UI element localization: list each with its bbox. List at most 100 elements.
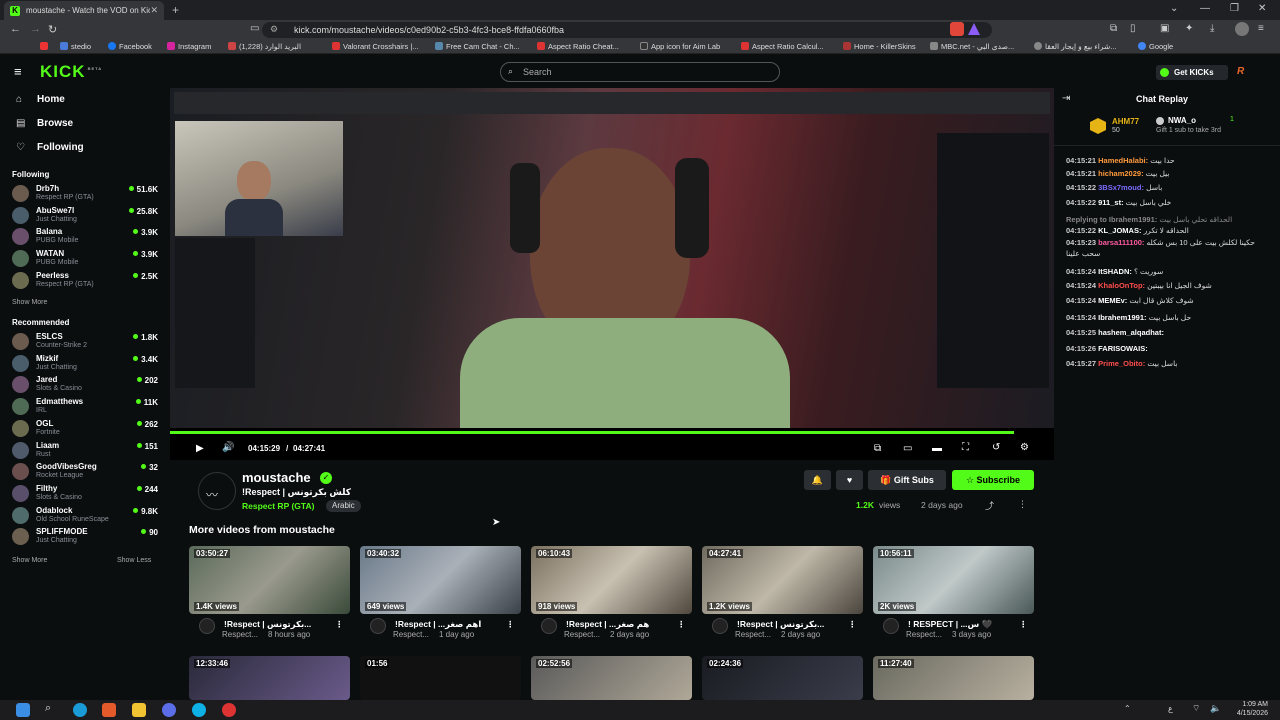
video-thumbnail[interactable]: 02:52:56 [531, 656, 692, 700]
app-icon[interactable] [192, 703, 206, 717]
file-explorer-icon[interactable] [132, 703, 146, 717]
video-more-icon[interactable]: ⋮ [335, 619, 344, 630]
message-user[interactable]: 911_st: [1098, 198, 1123, 207]
bookmark-item[interactable]: Instagram [167, 42, 211, 51]
message-user[interactable]: HamedHalabi: [1098, 156, 1148, 165]
show-more-following[interactable]: Show More [12, 299, 47, 306]
bookmark-page-icon[interactable]: ▭ [250, 23, 259, 34]
more-options-icon[interactable]: ⋮ [1018, 499, 1027, 510]
bookmark-item[interactable]: (1,228) البريد الوارد [228, 42, 301, 51]
share-icon[interactable]: ⤴ [985, 499, 994, 512]
sidebar-channel[interactable]: AbuSwe7l Just Chatting 25.8K [12, 204, 162, 225]
extension-logo-icon[interactable]: R [1237, 66, 1244, 77]
windows-start-icon[interactable] [16, 703, 30, 717]
video-thumbnail[interactable]: 02:24:36 [702, 656, 863, 700]
taskbar-time[interactable]: 1:09 AM [1226, 701, 1268, 708]
language-tag[interactable]: Arabic [326, 500, 361, 512]
bookmark-item[interactable]: App icon for Aim Lab [640, 42, 720, 51]
category-link[interactable]: Respect RP (GTA) [242, 501, 314, 511]
edge-icon[interactable] [73, 703, 87, 717]
theater-icon[interactable]: ▬ [932, 443, 942, 454]
taskbar-search-icon[interactable]: ⌕ [45, 702, 51, 715]
fullscreen-icon[interactable]: ⛶ [962, 442, 969, 453]
pip-icon[interactable]: ⧉ [874, 443, 881, 454]
wallet-icon[interactable]: ▣ [1160, 23, 1169, 34]
video-title[interactable]: ! RESPECT | ...س 🖤 [908, 619, 992, 630]
gift-subs-button[interactable]: 🎁 Gift Subs [868, 470, 946, 490]
video-thumbnail[interactable]: 03:40:32 649 views [360, 546, 521, 614]
discord-icon[interactable] [162, 703, 176, 717]
bookmark-item[interactable]: MBC.net - صدى البي... [930, 42, 1014, 51]
nav-browse[interactable]: ▤ Browse [16, 118, 73, 129]
sidebar-channel[interactable]: Drb7h Respect RP (GTA) 51.6K [12, 182, 162, 203]
brave-icon[interactable] [102, 703, 116, 717]
kick-logo[interactable]: KICK BETA [40, 62, 102, 82]
channel-avatar[interactable]: 〰 [198, 472, 236, 510]
tab-search-icon[interactable]: ⌄ [1170, 3, 1178, 14]
video-title[interactable]: !Respect | ...اهم صغر [395, 619, 481, 630]
sidebar-channel[interactable]: Jared Slots & Casino 202 [12, 373, 162, 394]
close-window-icon[interactable]: ✕ [1258, 3, 1266, 14]
video-channel-avatar[interactable] [370, 618, 386, 634]
hamburger-menu-icon[interactable]: ≡ [14, 64, 22, 79]
maximize-icon[interactable]: ❐ [1230, 3, 1239, 14]
sidebar-channel[interactable]: ESLCS Counter-Strike 2 1.8K [12, 330, 162, 351]
minimize-icon[interactable]: — [1200, 3, 1210, 14]
video-thumbnail[interactable]: 10:56:11 2K views [873, 546, 1034, 614]
video-more-icon[interactable]: ⋮ [1019, 619, 1028, 630]
sidebar-channel[interactable]: Edmatthews IRL 11K [12, 395, 162, 416]
message-user[interactable]: KhaloOnTop: [1098, 281, 1145, 290]
message-user[interactable]: FARISOWAIS: [1098, 344, 1148, 353]
bookmark-item[interactable]: Facebook [108, 42, 152, 51]
video-thumbnail[interactable]: 11:27:40 [873, 656, 1034, 700]
download-icon[interactable]: ⤓ [1210, 23, 1214, 34]
channel-name[interactable]: moustache [242, 470, 311, 485]
new-tab-icon[interactable]: + [172, 3, 179, 17]
forward-icon[interactable]: → [30, 23, 41, 35]
bookmark-item[interactable]: Google [1138, 42, 1173, 51]
video-channel-avatar[interactable] [883, 618, 899, 634]
message-user[interactable]: Prime_Obito: [1098, 359, 1145, 368]
site-info-icon[interactable]: ⚙ [270, 24, 278, 35]
sidebar-channel[interactable]: WATAN PUBG Mobile 3.9K [12, 247, 162, 268]
sidebar-channel[interactable]: Mizkif Just Chatting 3.4K [12, 352, 162, 373]
message-user[interactable]: ItSHADN: [1098, 267, 1132, 276]
notification-button[interactable]: 🔔 [804, 470, 831, 490]
leo-icon[interactable]: ✦ [1185, 23, 1193, 34]
network-icon[interactable]: ⌔ [1192, 703, 1200, 714]
search-input[interactable]: Search [500, 62, 780, 82]
show-more-recommended[interactable]: Show More [12, 557, 47, 564]
settings-icon[interactable]: ⚙ [1020, 442, 1029, 453]
message-user[interactable]: MEMEv: [1098, 296, 1127, 305]
app-icon-2[interactable] [222, 703, 236, 717]
video-frame[interactable] [170, 88, 1054, 428]
video-player[interactable]: ▶ 🔊 04:15:29 / 04:27:41 ⧉ ▭ ▬ ⛶ ↺ ⚙ [170, 88, 1054, 460]
speaker-icon[interactable]: 🔈 [1210, 703, 1221, 714]
tray-chevron-icon[interactable]: ⌃ [1124, 704, 1131, 713]
menu-icon[interactable]: ≡ [1258, 23, 1264, 34]
video-more-icon[interactable]: ⋮ [848, 619, 857, 630]
sidebar-channel[interactable]: SPLIFFMODE Just Chatting 90 [12, 525, 162, 546]
bookmark-item[interactable] [40, 42, 51, 51]
video-more-icon[interactable]: ⋮ [506, 619, 515, 630]
close-tab-icon[interactable]: ✕ [150, 5, 158, 16]
message-user[interactable]: hicham2029: [1098, 169, 1143, 178]
video-channel-avatar[interactable] [541, 618, 557, 634]
volume-icon[interactable]: 🔊 [222, 442, 234, 453]
sidebar-channel[interactable]: OGL Fortnite 262 [12, 417, 162, 438]
brave-shield-icon[interactable] [950, 22, 964, 36]
sidebar-channel[interactable]: Liaam Rust 151 [12, 439, 162, 460]
video-thumbnail[interactable]: 03:50:27 1.4K views [189, 546, 350, 614]
message-user[interactable]: KL_JOMAS: [1098, 226, 1141, 235]
follow-button[interactable]: ♥ [836, 470, 863, 490]
video-channel-avatar[interactable] [199, 618, 215, 634]
video-thumbnail[interactable]: 12:33:46 [189, 656, 350, 700]
sidebar-channel[interactable]: Peerless Respect RP (GTA) 2.5K [12, 269, 162, 290]
bookmark-item[interactable]: Home - KillerSkins [843, 42, 916, 51]
subscribe-button[interactable]: ☆ Subscribe [952, 470, 1034, 490]
extensions-icon[interactable]: ⧉ [1110, 23, 1117, 34]
video-title[interactable]: !Respect | ...هم صغر [566, 619, 649, 630]
message-user[interactable]: Replying to Ibrahem1991: [1066, 215, 1157, 224]
bookmark-item[interactable]: Aspect Ratio Cheat... [537, 42, 619, 51]
message-user[interactable]: 3BSx7moud: [1098, 183, 1144, 192]
